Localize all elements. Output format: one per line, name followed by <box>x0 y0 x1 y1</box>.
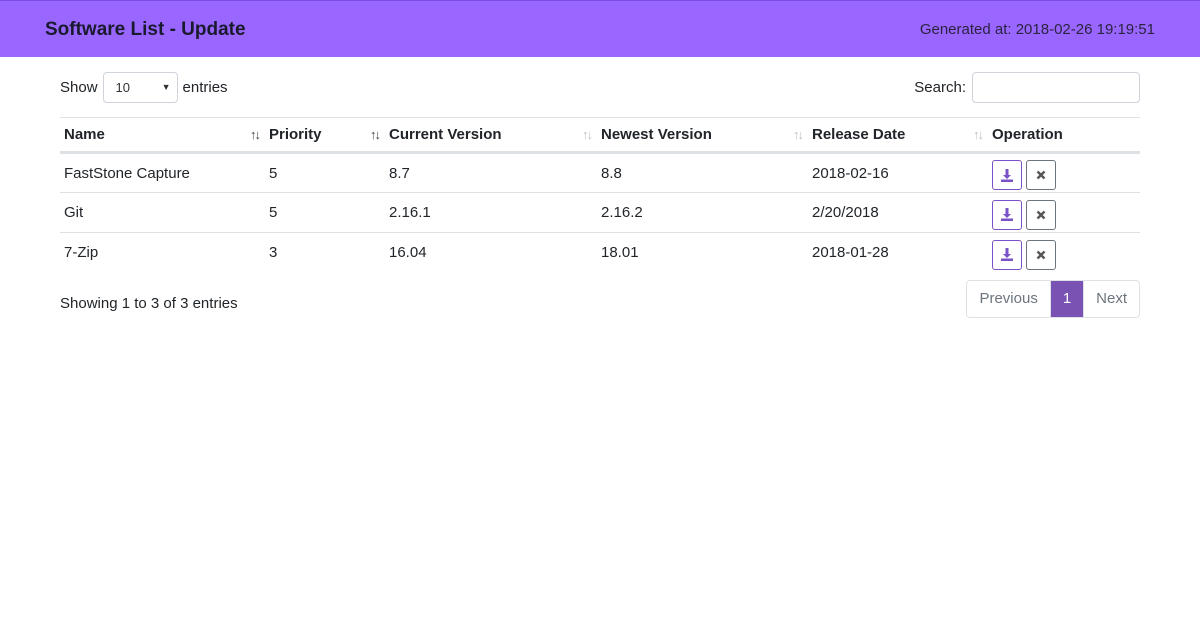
top-navbar: Software List - Update Generated at: 201… <box>0 0 1200 57</box>
pagination: Previous 1 Next <box>966 280 1140 318</box>
page-1-button[interactable]: 1 <box>1050 281 1084 317</box>
close-icon <box>1036 250 1046 260</box>
cell-operation <box>988 192 1140 233</box>
download-icon <box>1001 168 1013 182</box>
row-actions <box>992 236 1136 270</box>
previous-page-button[interactable]: Previous <box>967 281 1051 317</box>
column-header-name[interactable]: Name ↑↓ <box>60 117 265 154</box>
next-page-button[interactable]: Next <box>1083 281 1139 317</box>
download-button[interactable] <box>992 239 1022 270</box>
remove-button[interactable] <box>1026 160 1056 190</box>
sort-icon: ↑↓ <box>250 127 261 142</box>
table-info: Showing 1 to 3 of 3 entries <box>60 295 238 312</box>
cell-name: 7-Zip <box>60 232 265 273</box>
row-actions <box>992 156 1136 190</box>
entries-per-page-select[interactable]: 10 ▼ <box>102 72 178 103</box>
sort-icon: ↑↓ <box>582 127 593 142</box>
sort-icon: ↑↓ <box>793 127 804 142</box>
show-label: Show <box>60 79 98 96</box>
cell-release-date: 2018-02-16 <box>812 164 889 182</box>
cell-newest-version: 2.16.2 <box>597 192 808 233</box>
entries-per-page-value: 10 <box>115 80 130 95</box>
row-actions <box>992 196 1136 230</box>
table-row: FastStone Capture 5 8.7 8.8 2018-02-16 <box>60 153 1140 193</box>
table-header-row: Name ↑↓ Priority ↑↓ Current Version ↑↓ Newe… <box>60 117 1140 154</box>
cell-release-date: 2/20/2018 <box>808 192 988 233</box>
cell-current-version: 2.16.1 <box>385 192 597 233</box>
column-header-current-version[interactable]: Current Version ↑↓ <box>385 117 597 154</box>
close-icon <box>1036 170 1046 180</box>
entries-label: entries <box>182 79 228 96</box>
search-input[interactable] <box>972 72 1140 103</box>
cell-priority: 5 <box>269 164 278 182</box>
download-button[interactable] <box>992 199 1022 230</box>
cell-current-version: 16.04 <box>385 232 597 273</box>
download-button[interactable] <box>992 160 1022 190</box>
cell-newest-version: 8.8 <box>601 164 622 182</box>
cell-operation <box>988 232 1140 273</box>
column-header-operation: Operation <box>988 117 1140 154</box>
sort-descending-icon: ↑↓ <box>370 127 381 142</box>
search-control: Search: <box>914 72 1140 103</box>
close-icon <box>1036 210 1046 219</box>
download-icon <box>1001 248 1013 262</box>
generated-timestamp: Generated at: 2018-02-26 19:19:51 <box>919 21 1155 38</box>
remove-button[interactable] <box>1026 199 1056 230</box>
table-row: 7-Zip 3 16.04 18.01 2018-01-28 <box>60 232 1140 273</box>
cell-name: FastStone Capture <box>64 164 190 182</box>
cell-priority: 5 <box>265 192 385 233</box>
page-title: Software List - Update <box>45 19 246 40</box>
chevron-down-icon: ▼ <box>161 82 171 92</box>
table-row: Git 5 2.16.1 2.16.2 2/20/2018 <box>60 192 1140 233</box>
column-header-newest-version[interactable]: Newest Version ↑↓ <box>597 117 808 154</box>
page-length-control: Show 10 ▼ entries <box>60 72 228 103</box>
cell-name: Git <box>60 192 265 233</box>
cell-current-version: 8.7 <box>389 164 410 182</box>
search-label: Search: <box>914 79 966 96</box>
cell-newest-version: 18.01 <box>597 232 808 273</box>
column-header-release-date[interactable]: Release Date ↑↓ <box>808 117 988 154</box>
cell-priority: 3 <box>265 232 385 273</box>
cell-release-date: 2018-01-28 <box>808 232 988 273</box>
software-table: Name ↑↓ Priority ↑↓ Current Version ↑↓ Newe… <box>60 117 1140 273</box>
cell-operation <box>988 153 1140 193</box>
download-icon <box>1001 208 1013 221</box>
remove-button[interactable] <box>1026 239 1056 270</box>
column-header-priority[interactable]: Priority ↑↓ <box>265 117 385 154</box>
sort-icon: ↑↓ <box>973 127 984 142</box>
